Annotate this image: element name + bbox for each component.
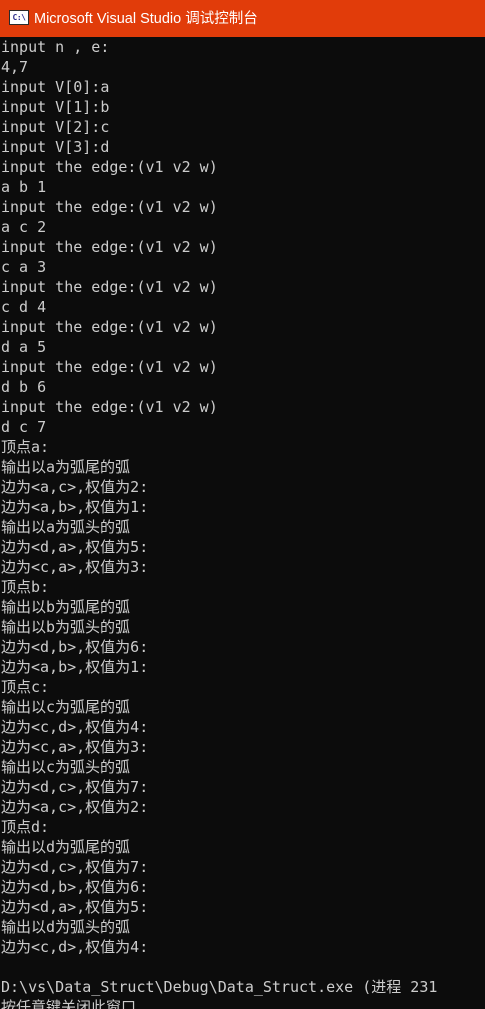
console-line: a c 2 [1,218,47,236]
console-line: 边为<c,a>,权值为3: [1,558,149,576]
console-line: input V[3]:d [1,138,110,156]
console-line: input n , e: [1,38,110,56]
console-line: 输出以b为弧头的弧 [1,618,131,636]
console-line: 顶点c: [1,678,50,696]
console-line: 边为<c,d>,权值为4: [1,938,149,956]
console-line: 4,7 [1,58,29,76]
console-output-lines: input n , e: 4,7 input V[0]:a input V[1]:b i… [0,37,485,1009]
console-line: 边为<d,c>,权值为7: [1,858,149,876]
console-line: d c 7 [1,418,47,436]
console-line: 输出以a为弧头的弧 [1,518,131,536]
console-line: 顶点d: [1,818,50,836]
console-app-icon: C:\ [9,10,29,25]
console-line: 输出以c为弧尾的弧 [1,698,131,716]
console-line: 边为<c,d>,权值为4: [1,718,149,736]
console-line: 边为<d,b>,权值为6: [1,638,149,656]
console-line: input V[0]:a [1,78,110,96]
console-line: a b 1 [1,178,47,196]
console-line: input V[1]:b [1,98,110,116]
console-line: 边为<a,c>,权值为2: [1,478,149,496]
console-line: 边为<d,a>,权值为5: [1,538,149,556]
console-line: 边为<d,a>,权值为5: [1,898,149,916]
console-line: input the edge:(v1 v2 w) [1,398,218,416]
console-line: d a 5 [1,338,47,356]
console-line: input the edge:(v1 v2 w) [1,278,218,296]
title-bar[interactable]: C:\ Microsoft Visual Studio 调试控制台 [0,0,485,37]
console-line: input the edge:(v1 v2 w) [1,358,218,376]
console-line: input the edge:(v1 v2 w) [1,318,218,336]
console-line: 顶点b: [1,578,50,596]
console-line: 输出以a为弧尾的弧 [1,458,131,476]
console-line: input the edge:(v1 v2 w) [1,198,218,216]
console-line: D:\vs\Data_Struct\Debug\Data_Struct.exe … [1,978,438,996]
console-line: 顶点a: [1,438,50,456]
console-line: c a 3 [1,258,47,276]
console-line: 按任意键关闭此窗口 [1,998,137,1009]
window-title: Microsoft Visual Studio 调试控制台 [34,11,258,27]
console-line: 边为<a,c>,权值为2: [1,798,149,816]
console-line: input the edge:(v1 v2 w) [1,238,218,256]
console-line: 输出以b为弧尾的弧 [1,598,131,616]
console-line: c d 4 [1,298,47,316]
console-line: 输出以d为弧尾的弧 [1,838,131,856]
console-icon-glyph: C:\ [12,12,26,22]
console-line: 边为<a,b>,权值为1: [1,658,149,676]
console-line: 输出以c为弧头的弧 [1,758,131,776]
console-line: 边为<a,b>,权值为1: [1,498,149,516]
console-line: 边为<d,c>,权值为7: [1,778,149,796]
console-line: 边为<c,a>,权值为3: [1,738,149,756]
console-line: input V[2]:c [1,118,110,136]
console-line: d b 6 [1,378,47,396]
console-line: 输出以d为弧头的弧 [1,918,131,936]
console-line: 边为<d,b>,权值为6: [1,878,149,896]
console-window: C:\ Microsoft Visual Studio 调试控制台 input … [0,0,485,1009]
console-line: input the edge:(v1 v2 w) [1,158,218,176]
console-output-area[interactable]: input n , e: 4,7 input V[0]:a input V[1]:b i… [0,37,485,1009]
